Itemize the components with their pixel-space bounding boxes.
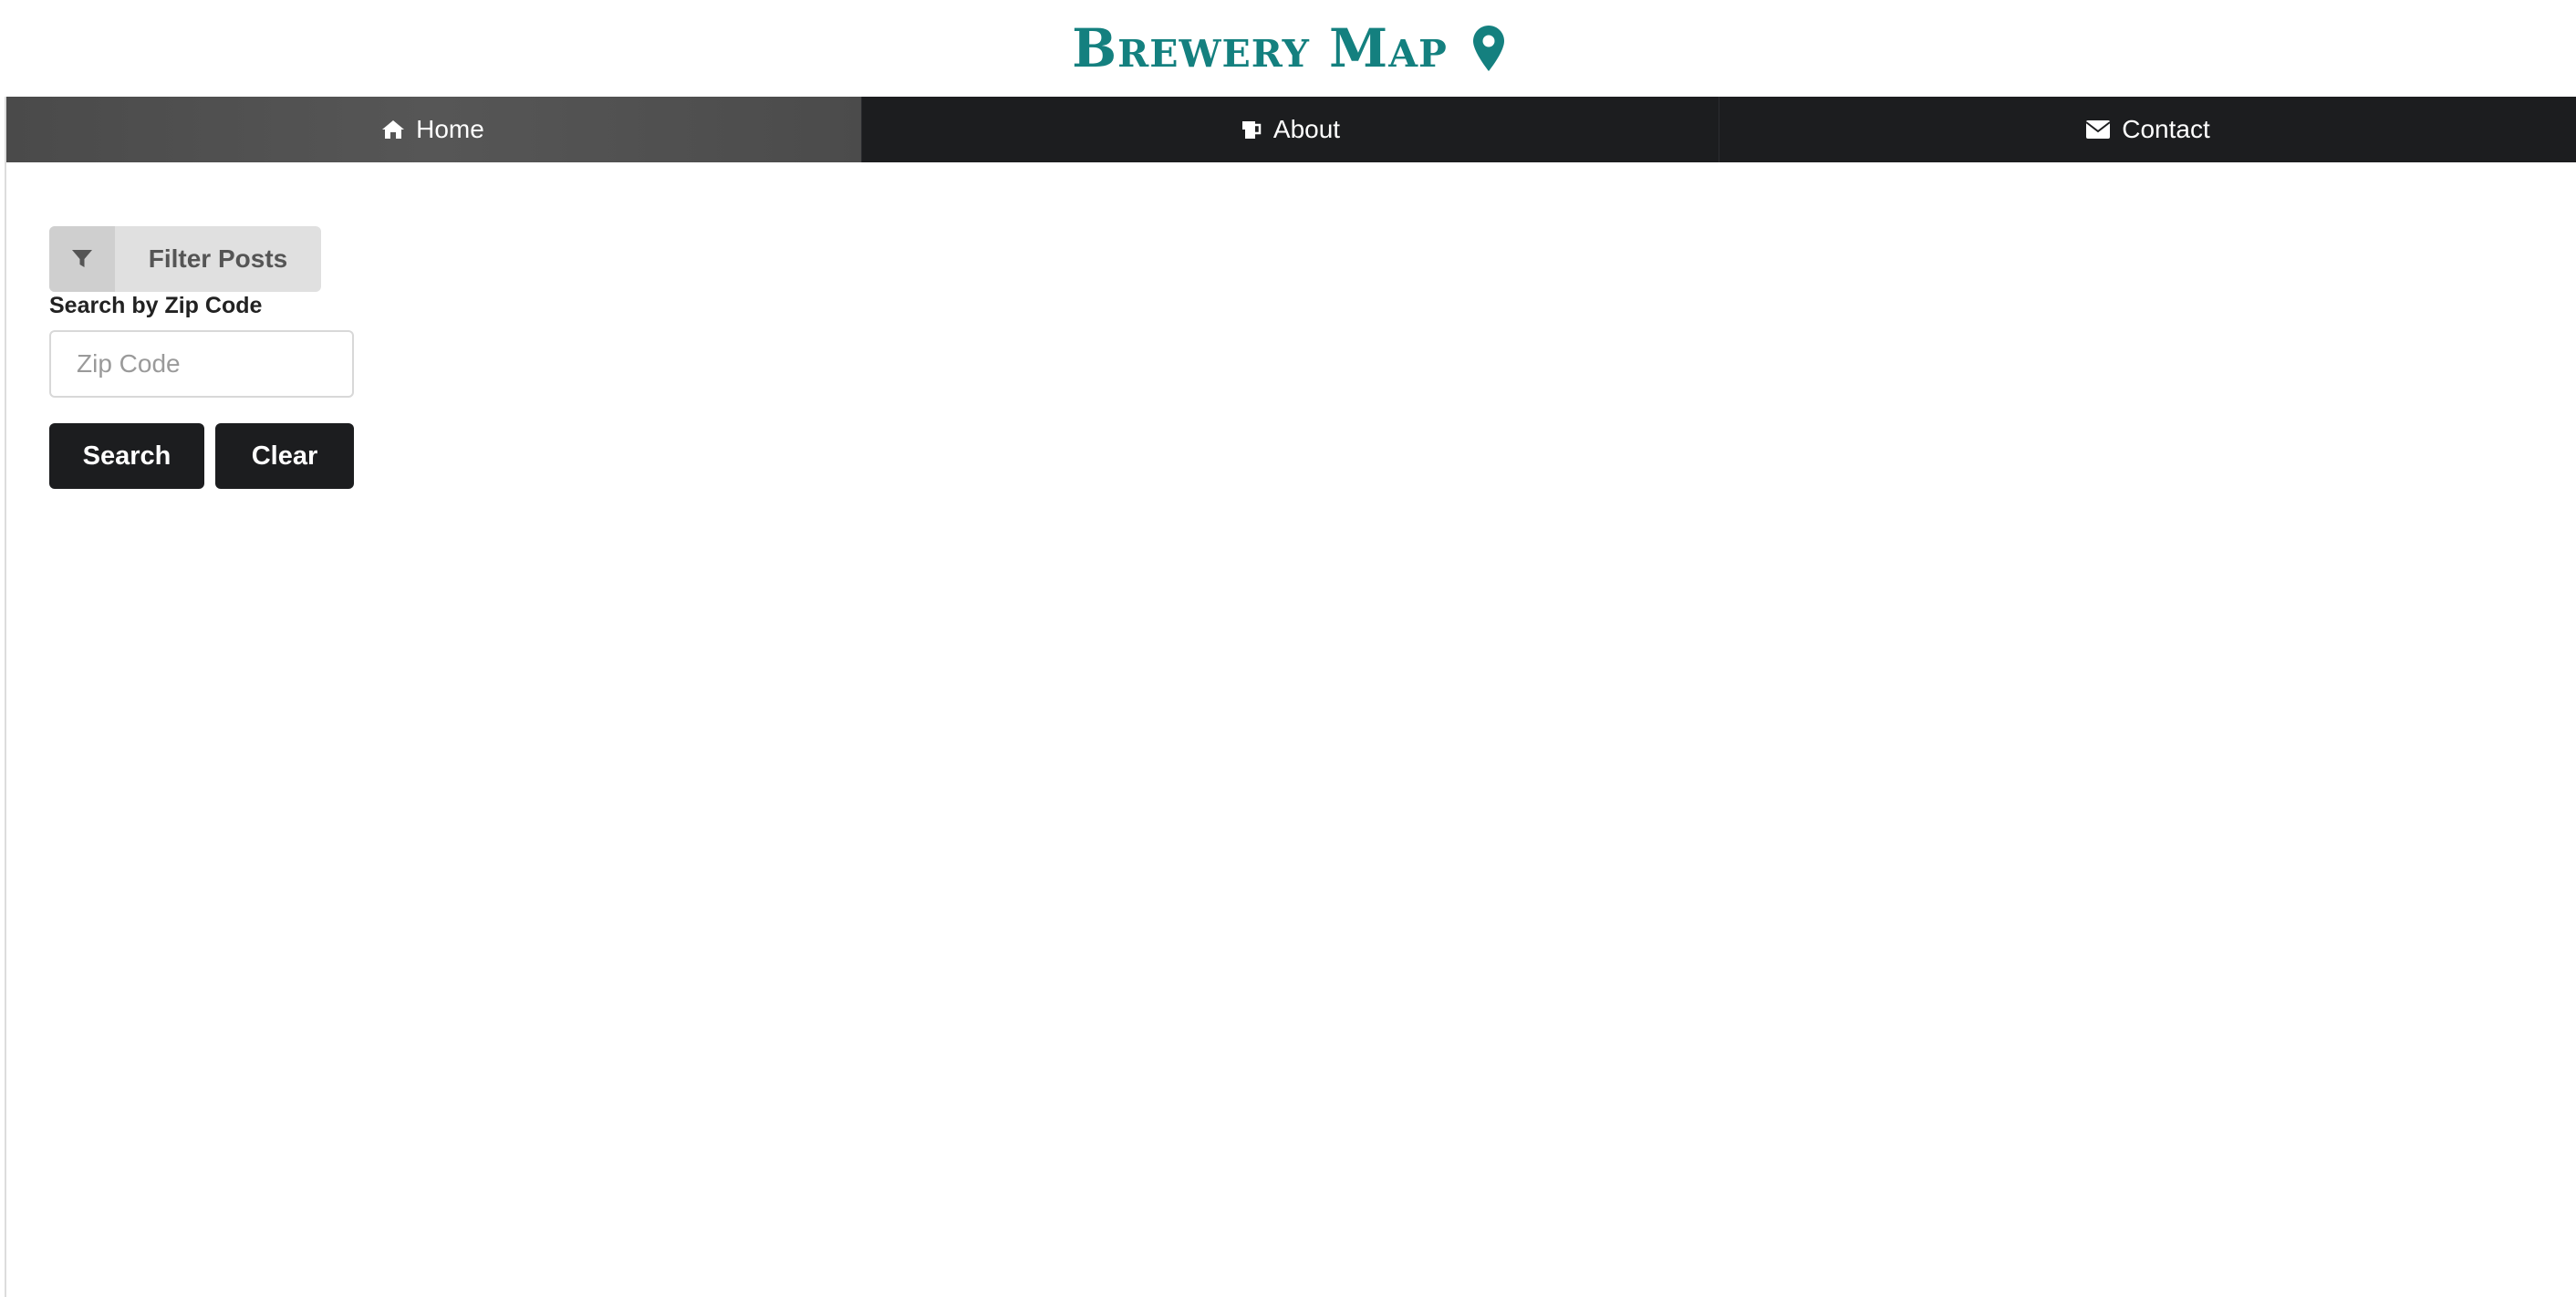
clear-button[interactable]: Clear [215, 423, 354, 489]
zip-code-input[interactable] [49, 330, 354, 398]
brand[interactable]: Brewery Map [1072, 22, 1504, 75]
nav-item-home[interactable]: Home [5, 97, 862, 162]
site-title[interactable]: Brewery Map [1072, 22, 1448, 75]
nav-item-label: About [1272, 115, 1341, 143]
page: Brewery Map Home About Contact Filter Po… [0, 0, 2576, 1297]
nav-item-label: Home [416, 115, 484, 143]
filter-icon [49, 226, 115, 292]
filter-posts-label: Filter Posts [148, 244, 288, 273]
filter-posts-button[interactable]: Filter Posts [49, 226, 321, 292]
nav-item-about[interactable]: About [862, 97, 1719, 162]
beer-mug-icon [1241, 119, 1262, 140]
zip-search-label: Search by Zip Code [49, 293, 263, 318]
site-header: Brewery Map [0, 0, 2576, 97]
nav-item-label: Contact [2122, 115, 2210, 143]
nav-item-contact[interactable]: Contact [1719, 97, 2576, 162]
envelope-icon [2085, 119, 2111, 140]
home-icon [381, 119, 405, 140]
main-nav: Home About Contact [5, 97, 2576, 162]
map-marker-icon [1472, 26, 1504, 71]
search-button[interactable]: Search [49, 423, 204, 489]
content-divider [5, 97, 6, 1297]
